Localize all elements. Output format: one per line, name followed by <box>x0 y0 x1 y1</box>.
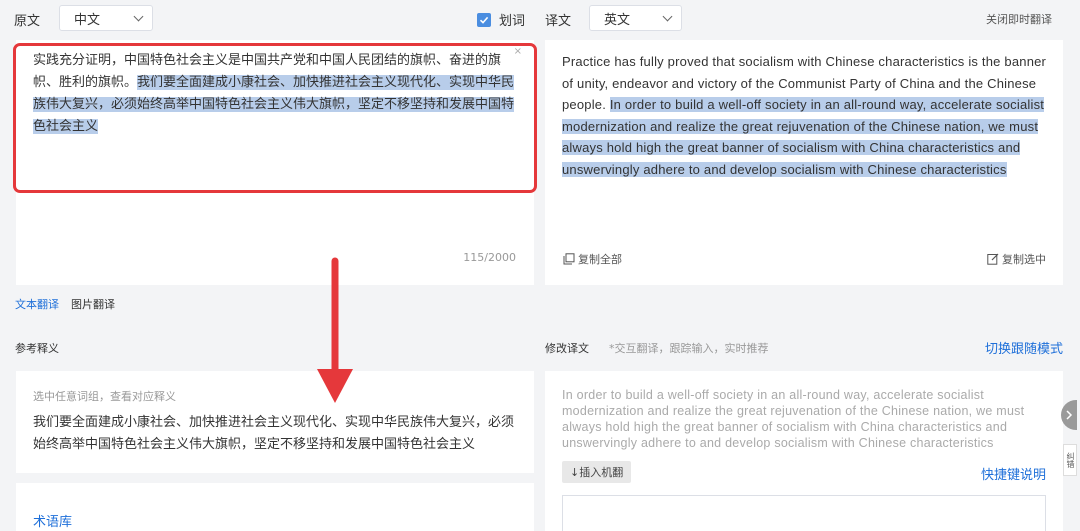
shortcut-help-link[interactable]: 快捷键说明 <box>981 464 1046 483</box>
feedback-side-button[interactable]: 纠错 <box>1063 444 1077 476</box>
switch-follow-mode-button[interactable]: 切换跟随模式 <box>985 338 1063 357</box>
reference-text[interactable]: 我们要全面建成小康社会、加快推进社会主义现代化、实现中华民族伟大复兴，必须始终高… <box>33 412 517 456</box>
chevron-down-icon <box>662 11 673 21</box>
target-language-value: 英文 <box>604 12 631 28</box>
highlight-toggle-label: 划词 <box>499 14 526 29</box>
target-text-selected: In order to build a well-off society in … <box>562 97 1045 177</box>
edit-translation-hint: *交互翻译，跟踪输入，实时推荐 <box>609 342 769 355</box>
close-instant-translation-link[interactable]: 关闭即时翻译 <box>986 11 1052 27</box>
edit-icon <box>987 253 999 265</box>
edit-translation-panel: In order to build a well-off society in … <box>545 371 1063 531</box>
term-bank-link[interactable]: 术语库 <box>33 511 72 530</box>
source-text[interactable]: 实践充分证明，中国特色社会主义是中国共产党和中国人民团结的旗帜、奋进的旗帜、胜利… <box>33 50 519 138</box>
side-scroll-handle[interactable] <box>1061 400 1077 430</box>
copy-all-button[interactable]: 复制全部 <box>563 251 622 267</box>
source-language-select[interactable]: 中文 <box>59 5 153 31</box>
copy-icon <box>563 253 575 265</box>
chevron-right-icon <box>1066 410 1073 420</box>
insert-machine-translation-button[interactable]: ↓插入机翻 <box>562 461 632 483</box>
copy-all-label: 复制全部 <box>578 253 622 266</box>
edit-translation-label: 修改译文 <box>545 342 589 355</box>
edit-translation-input[interactable]: In order to build a well-off society in … <box>562 387 1052 451</box>
secondary-input-box[interactable] <box>562 495 1046 531</box>
copy-selected-label: 复制选中 <box>1002 253 1046 266</box>
reference-hint: 选中任意词组，查看对应释义 <box>33 390 176 403</box>
reference-panel: 选中任意词组，查看对应释义 我们要全面建成小康社会、加快推进社会主义现代化、实现… <box>16 371 534 473</box>
char-count: 115/2000 <box>463 251 516 264</box>
target-text[interactable]: Practice has fully proved that socialism… <box>562 51 1052 180</box>
source-text-panel[interactable]: 实践充分证明，中国特色社会主义是中国共产党和中国人民团结的旗帜、奋进的旗帜、胜利… <box>16 40 534 285</box>
source-label: 原文 <box>14 14 41 29</box>
source-language-value: 中文 <box>74 12 101 28</box>
target-language-select[interactable]: 英文 <box>589 5 682 31</box>
highlight-toggle[interactable]: 划词 <box>477 10 525 29</box>
copy-selected-button[interactable]: 复制选中 <box>987 251 1046 267</box>
tab-image-translate[interactable]: 图片翻译 <box>71 296 115 312</box>
tab-text-translate[interactable]: 文本翻译 <box>15 296 59 312</box>
reference-label: 参考释义 <box>15 342 59 355</box>
annotation-arrow <box>317 257 353 403</box>
chevron-down-icon <box>133 11 144 21</box>
target-label: 译文 <box>545 14 572 29</box>
target-text-panel: Practice has fully proved that socialism… <box>545 40 1063 285</box>
term-bank-panel: 术语库 <box>16 483 534 531</box>
checkbox-icon[interactable] <box>477 12 491 27</box>
clear-icon[interactable]: × <box>514 46 522 57</box>
